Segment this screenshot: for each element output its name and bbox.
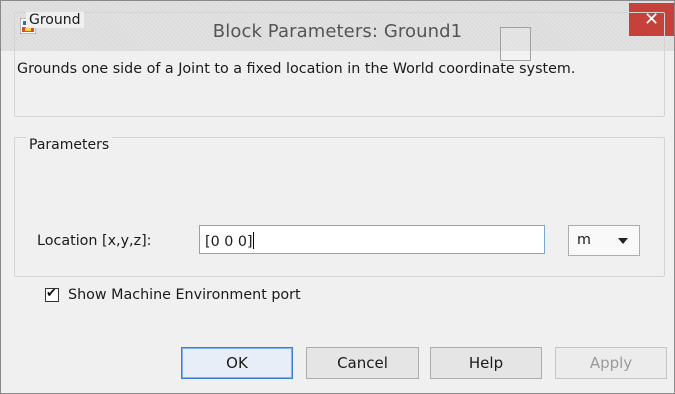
unit-dropdown[interactable]: m — [568, 225, 640, 256]
parameters-group: Parameters — [14, 137, 665, 277]
location-label: Location [x,y,z]: — [37, 233, 152, 249]
apply-button[interactable]: Apply — [555, 347, 667, 379]
parameters-group-label: Parameters — [26, 137, 113, 153]
location-input-value: [0 0 0] — [205, 234, 253, 250]
location-input[interactable]: [0 0 0] — [199, 225, 545, 254]
ground-group-label: Ground — [26, 12, 84, 28]
text-caret — [252, 232, 254, 249]
cancel-button[interactable]: Cancel — [306, 347, 419, 379]
block-description: Grounds one side of a Joint to a fixed l… — [17, 61, 576, 77]
dialog-window: Block Parameters: Ground1 ✕ Ground Groun… — [0, 0, 675, 394]
unit-dropdown-value: m — [577, 232, 591, 248]
ok-button[interactable]: OK — [181, 347, 293, 379]
show-port-checkbox[interactable]: ✔ — [45, 286, 59, 302]
show-port-label[interactable]: Show Machine Environment port — [68, 287, 301, 303]
chevron-down-icon — [618, 238, 628, 244]
checkmark-icon: ✔ — [46, 286, 57, 301]
help-button[interactable]: Help — [430, 347, 542, 379]
